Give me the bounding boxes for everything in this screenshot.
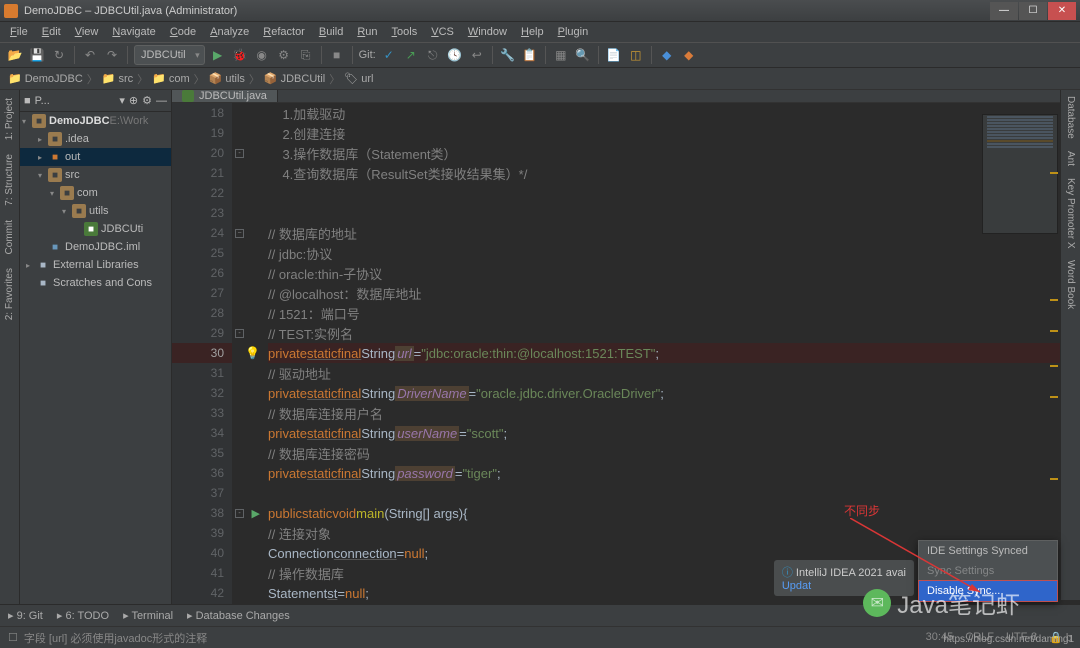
coverage-icon[interactable]: ◉ (253, 46, 271, 64)
url-watermark: https://blog.csdn.net/daming1 (943, 634, 1074, 645)
editor-tabs: JDBCUtil.java (172, 90, 1080, 103)
run-config-combo[interactable]: JDBCUtil (134, 45, 205, 65)
left-tab-7-Structure[interactable]: 7: Structure (2, 150, 17, 210)
plugin2-icon[interactable]: ◆ (680, 46, 698, 64)
crumb-com[interactable]: 📁com (152, 72, 189, 85)
left-tool-strip: 1: Project 7: Structure Commit 2: Favorites (0, 90, 20, 630)
project-header[interactable]: ■P...▾⊕⚙— (20, 90, 171, 112)
git-commit-icon[interactable]: ↗ (402, 46, 420, 64)
layout-icon[interactable]: ▦ (552, 46, 570, 64)
right-tab-Database[interactable]: Database (1063, 90, 1078, 145)
bottom-tab-Terminal[interactable]: ▸ Terminal (123, 609, 173, 622)
right-tab-Word-Book[interactable]: Word Book (1063, 254, 1078, 315)
maximize-button[interactable]: ☐ (1019, 2, 1047, 20)
menu-navigate[interactable]: Navigate (106, 24, 161, 40)
toolbar: 📂 💾 ↻ ↶ ↷ JDBCUtil ▶ 🐞 ◉ ⚙ ⎘ ■ Git: ✓ ↗ … (0, 42, 1080, 68)
git-label: Git: (359, 49, 376, 61)
gutter[interactable]: 181920-21222324−2526272829-30💡3132333435… (172, 103, 232, 643)
tool1-icon[interactable]: 🔧 (499, 46, 517, 64)
status-bar: ☐ 字段 [url] 必须使用javadoc形式的注释 30:45 CRLF U… (0, 626, 1080, 648)
right-tool-strip: DatabaseAntKey Promoter XWord Book (1060, 90, 1080, 600)
debug-icon[interactable]: 🐞 (231, 46, 249, 64)
plugin1-icon[interactable]: ◆ (658, 46, 676, 64)
git-update-icon[interactable]: ✓ (380, 46, 398, 64)
titlebar: DemoJDBC – JDBCUtil.java (Administrator)… (0, 0, 1080, 22)
breadcrumb: 📁DemoJDBC〉📁src〉📁com〉📦utils〉📦JDBCUtil〉🏷ur… (0, 68, 1080, 90)
menu-view[interactable]: View (69, 24, 105, 40)
menu-edit[interactable]: Edit (36, 24, 67, 40)
menu-code[interactable]: Code (164, 24, 202, 40)
tree-DemoJDBC.iml[interactable]: ■DemoJDBC.iml (20, 238, 171, 256)
menu-plugin[interactable]: Plugin (552, 24, 595, 40)
open-icon[interactable]: 📂 (6, 46, 24, 64)
git-rollback-icon[interactable]: ↩ (468, 46, 486, 64)
redo-icon[interactable]: ↷ (103, 46, 121, 64)
watermark: ✉ Java笔记虾 (863, 585, 1020, 620)
menu-tools[interactable]: Tools (386, 24, 424, 40)
menu-build[interactable]: Build (313, 24, 349, 40)
git-push-icon[interactable]: ⎋ (424, 46, 442, 64)
tree-.idea[interactable]: ▸■.idea (20, 130, 171, 148)
close-button[interactable]: ✕ (1048, 2, 1076, 20)
menu-analyze[interactable]: Analyze (204, 24, 255, 40)
crumb-DemoJDBC[interactable]: 📁DemoJDBC (8, 72, 83, 85)
save-icon[interactable]: 💾 (28, 46, 46, 64)
search-icon[interactable]: 🔍 (574, 46, 592, 64)
annotation-text: 不同步 (844, 502, 880, 519)
tree-JDBCUti[interactable]: ■JDBCUti (20, 220, 171, 238)
refresh-icon[interactable]: ↻ (50, 46, 68, 64)
tree-Scratches and Cons[interactable]: ■Scratches and Cons (20, 274, 171, 292)
doc-icon[interactable]: 📄 (605, 46, 623, 64)
right-tab-Key-Promoter-X[interactable]: Key Promoter X (1063, 172, 1078, 255)
project-tree[interactable]: ▾■DemoJDBC E:\Work▸■.idea▸■out▾■src▾■com… (20, 112, 171, 630)
crumb-JDBCUtil[interactable]: 📦JDBCUtil (264, 72, 325, 85)
profile-icon[interactable]: ⚙ (275, 46, 293, 64)
menu-refactor[interactable]: Refactor (257, 24, 311, 40)
undo-icon[interactable]: ↶ (81, 46, 99, 64)
left-tab-1-Project[interactable]: 1: Project (2, 94, 17, 144)
minimap[interactable] (982, 114, 1058, 234)
run-icon[interactable]: ▶ (209, 46, 227, 64)
tree-com[interactable]: ▾■com (20, 184, 171, 202)
tree-src[interactable]: ▾■src (20, 166, 171, 184)
error-stripe[interactable] (1048, 90, 1058, 600)
right-tab-Ant[interactable]: Ant (1063, 145, 1078, 172)
tree-External Libraries[interactable]: ▸■External Libraries (20, 256, 171, 274)
attach-icon[interactable]: ⎘ (297, 46, 315, 64)
window-title: DemoJDBC – JDBCUtil.java (Administrator) (24, 5, 990, 17)
tool2-icon[interactable]: 📋 (521, 46, 539, 64)
tree-utils[interactable]: ▾■utils (20, 202, 171, 220)
status-hint: 字段 [url] 必须使用javadoc形式的注释 (24, 630, 207, 646)
crumb-src[interactable]: 📁src (102, 72, 133, 85)
db-icon[interactable]: ◫ (627, 46, 645, 64)
menu-file[interactable]: File (4, 24, 34, 40)
class-icon (182, 90, 194, 102)
menu-run[interactable]: Run (351, 24, 383, 40)
popup-sync-settings[interactable]: Sync Settings (919, 561, 1057, 581)
git-history-icon[interactable]: 🕓 (446, 46, 464, 64)
menu-vcs[interactable]: VCS (425, 24, 460, 40)
tab-jdbcutil[interactable]: JDBCUtil.java (172, 90, 278, 102)
bottom-tab-Database-Changes[interactable]: ▸ Database Changes (187, 609, 290, 622)
bottom-tab-9-Git[interactable]: ▸ 9: Git (8, 609, 43, 622)
minimize-button[interactable]: — (990, 2, 1018, 20)
popup-synced: IDE Settings Synced (919, 541, 1057, 561)
tree-out[interactable]: ▸■out (20, 148, 171, 166)
wechat-icon: ✉ (863, 589, 891, 617)
app-icon (4, 4, 18, 18)
crumb-url[interactable]: 🏷url (344, 72, 373, 85)
crumb-utils[interactable]: 📦utils (209, 72, 245, 85)
menu-help[interactable]: Help (515, 24, 550, 40)
left-tab-Commit[interactable]: Commit (2, 216, 17, 258)
left-tab-2-Favorites[interactable]: 2: Favorites (2, 264, 17, 324)
menu-window[interactable]: Window (462, 24, 513, 40)
stop-icon[interactable]: ■ (328, 46, 346, 64)
menubar: FileEditViewNavigateCodeAnalyzeRefactorB… (0, 22, 1080, 42)
bottom-tab-6-TODO[interactable]: ▸ 6: TODO (57, 609, 109, 622)
project-pane: ■P...▾⊕⚙— ▾■DemoJDBC E:\Work▸■.idea▸■out… (20, 90, 172, 630)
hint-icon: ☐ (8, 631, 18, 644)
